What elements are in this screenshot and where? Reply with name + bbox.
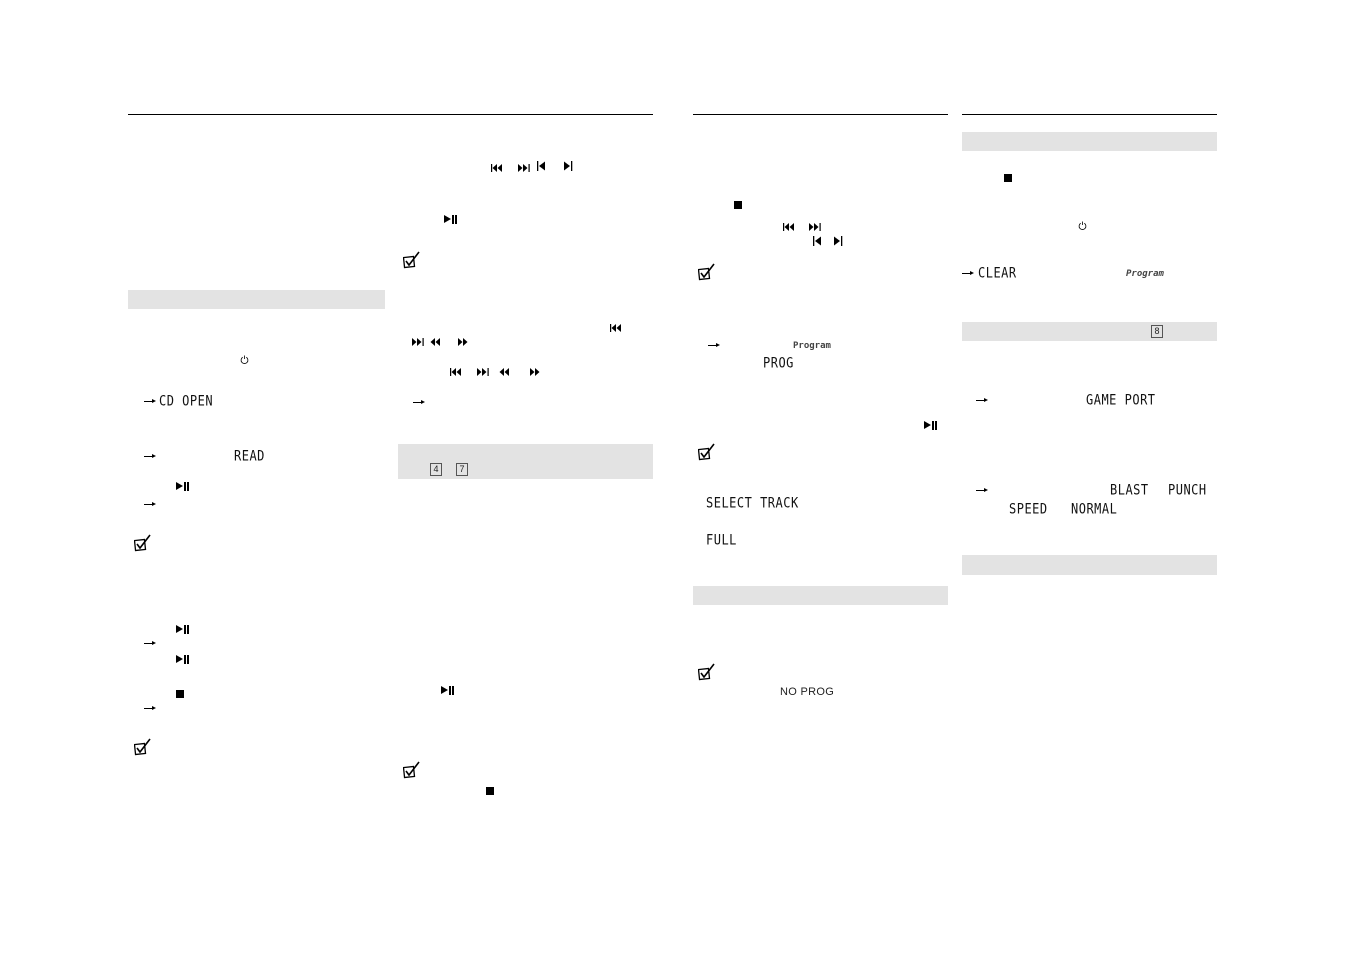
play-pause-icon — [176, 625, 190, 634]
result-arrow-icon — [144, 451, 157, 461]
display-punch: PUNCH — [1168, 482, 1207, 499]
skip-back-icon — [783, 223, 794, 231]
fast-forward-icon — [458, 338, 468, 346]
display-blast: BLAST — [1110, 482, 1149, 499]
key-4-box: 4 — [430, 463, 442, 476]
display-speed: SPEED — [1009, 501, 1048, 518]
next-icon — [564, 161, 573, 171]
skip-forward-icon — [809, 223, 821, 231]
note-check-icon — [403, 761, 420, 779]
previous-icon — [537, 161, 545, 171]
note-check-icon — [698, 663, 715, 681]
play-pause-icon — [924, 421, 938, 430]
note-check-icon — [134, 534, 151, 552]
display-cd-open: CD OPEN — [159, 393, 214, 410]
fast-forward-icon — [530, 368, 540, 376]
stop-icon — [1004, 174, 1012, 182]
section-band-col4-mid — [962, 322, 1217, 341]
header-rule-left-page — [128, 114, 653, 115]
note-check-icon — [698, 263, 715, 281]
display-full: FULL — [706, 532, 737, 549]
previous-icon — [813, 236, 821, 246]
note-check-icon — [403, 251, 420, 269]
skip-forward-icon — [477, 368, 489, 376]
skip-forward-icon — [412, 338, 424, 346]
result-arrow-icon — [144, 638, 157, 648]
stop-icon — [486, 787, 494, 795]
display-game-port: GAME PORT — [1086, 392, 1156, 409]
power-icon — [240, 355, 249, 364]
skip-back-icon — [450, 368, 461, 376]
display-no-prog: NO PROG — [780, 686, 835, 698]
note-check-icon — [698, 443, 715, 461]
stop-icon — [176, 690, 184, 698]
play-pause-icon — [444, 215, 458, 224]
header-rule-col3 — [693, 114, 948, 115]
skip-forward-icon — [518, 164, 530, 172]
display-program-indicator: Program — [1126, 269, 1164, 279]
result-arrow-icon — [962, 268, 975, 278]
result-arrow-icon — [144, 396, 157, 406]
section-band-col4-bottom — [962, 555, 1217, 575]
result-arrow-icon — [144, 499, 157, 509]
display-program-indicator: Program — [793, 341, 831, 351]
stop-icon — [734, 201, 742, 209]
play-pause-icon — [176, 482, 190, 491]
result-arrow-icon — [976, 485, 989, 495]
skip-back-icon — [610, 324, 621, 332]
rewind-icon — [430, 338, 440, 346]
section-band-col1 — [128, 290, 385, 309]
result-arrow-icon — [144, 703, 157, 713]
section-band-col4-top — [962, 132, 1217, 151]
display-select-track: SELECT TRACK — [706, 495, 799, 512]
skip-back-icon — [491, 164, 502, 172]
next-icon — [834, 236, 843, 246]
display-clear: CLEAR — [978, 265, 1017, 282]
rewind-icon — [499, 368, 509, 376]
display-prog: PROG — [763, 355, 794, 372]
result-arrow-icon — [413, 397, 426, 407]
power-icon — [1078, 221, 1087, 230]
header-rule-col4 — [962, 114, 1217, 115]
display-read: READ — [234, 448, 265, 465]
play-pause-icon — [176, 655, 190, 664]
section-band-col3 — [693, 586, 948, 605]
result-arrow-icon — [976, 395, 989, 405]
note-check-icon — [134, 738, 151, 756]
display-normal: NORMAL — [1071, 501, 1118, 518]
play-pause-icon — [441, 686, 455, 695]
key-8-box: 8 — [1151, 325, 1163, 338]
key-7-box: 7 — [456, 463, 468, 476]
result-arrow-icon — [708, 340, 721, 350]
